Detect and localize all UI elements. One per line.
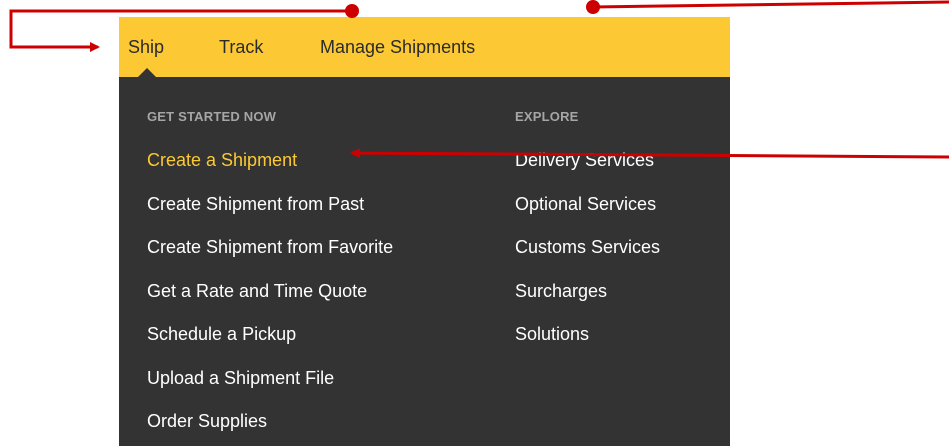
top-nav-bar: Ship Track Manage Shipments	[119, 17, 730, 77]
menu-item-delivery-services[interactable]: Delivery Services	[515, 150, 660, 194]
ship-dropdown-menu: GET STARTED NOW EXPLORE Create a Shipmen…	[119, 77, 730, 446]
menu-item-solutions[interactable]: Solutions	[515, 324, 660, 368]
menu-item-create-from-favorite[interactable]: Create Shipment from Favorite	[147, 237, 393, 281]
menu-item-upload-file[interactable]: Upload a Shipment File	[147, 368, 393, 412]
menu-item-customs-services[interactable]: Customs Services	[515, 237, 660, 281]
nav-ship[interactable]: Ship	[128, 37, 164, 58]
dropdown-caret	[138, 68, 156, 77]
menu-item-optional-services[interactable]: Optional Services	[515, 194, 660, 238]
explore-heading: EXPLORE	[515, 109, 579, 124]
explore-list: Delivery Services Optional Services Cust…	[515, 150, 660, 368]
menu-item-order-supplies[interactable]: Order Supplies	[147, 411, 393, 446]
screenshot-stage: Ship Track Manage Shipments GET STARTED …	[0, 0, 949, 446]
menu-item-surcharges[interactable]: Surcharges	[515, 281, 660, 325]
menu-item-create-from-past[interactable]: Create Shipment from Past	[147, 194, 393, 238]
annotation-dot-top-right	[586, 0, 600, 14]
get-started-list: Create a Shipment Create Shipment from P…	[147, 150, 393, 446]
menu-item-create-shipment[interactable]: Create a Shipment	[147, 150, 393, 194]
nav-manage-shipments[interactable]: Manage Shipments	[320, 37, 475, 58]
annotation-line-top-right	[586, 0, 949, 14]
nav-track[interactable]: Track	[219, 37, 263, 58]
annotation-dot-top-left	[345, 4, 359, 18]
menu-item-schedule-pickup[interactable]: Schedule a Pickup	[147, 324, 393, 368]
get-started-heading: GET STARTED NOW	[147, 109, 277, 124]
menu-item-rate-quote[interactable]: Get a Rate and Time Quote	[147, 281, 393, 325]
